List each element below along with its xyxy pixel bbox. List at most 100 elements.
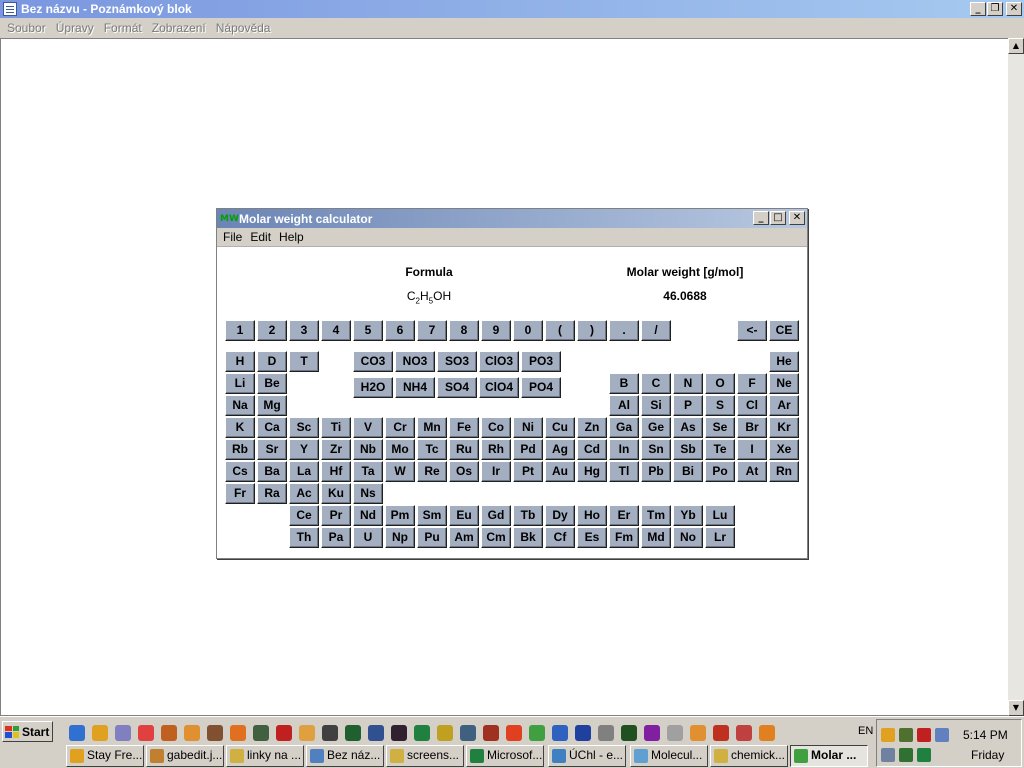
element-key-tb[interactable]: Tb	[513, 505, 543, 526]
element-key-hg[interactable]: Hg	[577, 461, 607, 482]
element-key-u[interactable]: U	[353, 527, 383, 548]
group-key-clo3[interactable]: ClO3	[479, 351, 519, 372]
element-key-md[interactable]: Md	[641, 527, 671, 548]
key-0[interactable]: 0	[513, 320, 543, 341]
element-key-ca[interactable]: Ca	[257, 417, 287, 438]
element-key-ac[interactable]: Ac	[289, 483, 319, 504]
backspace-button[interactable]: <-	[737, 320, 767, 341]
element-key-p[interactable]: P	[673, 395, 703, 416]
quick-launch-icon[interactable]	[644, 725, 660, 741]
element-key-er[interactable]: Er	[609, 505, 639, 526]
element-key-f[interactable]: F	[737, 373, 767, 394]
element-key-nb[interactable]: Nb	[353, 439, 383, 460]
element-key-cl[interactable]: Cl	[737, 395, 767, 416]
menu-file[interactable]: File	[219, 230, 246, 244]
element-key-pa[interactable]: Pa	[321, 527, 351, 548]
key-2[interactable]: 2	[257, 320, 287, 341]
element-key-ti[interactable]: Ti	[321, 417, 351, 438]
quick-launch-icon[interactable]	[506, 725, 522, 741]
element-key-he[interactable]: He	[769, 351, 799, 372]
clear-entry-button[interactable]: CE	[769, 320, 799, 341]
clock-time[interactable]: 5:14 PM	[963, 728, 1008, 742]
element-key-ta[interactable]: Ta	[353, 461, 383, 482]
element-key-rb[interactable]: Rb	[225, 439, 255, 460]
notepad-title-bar[interactable]: Bez názvu - Poznámkový blok _ ❐ ✕	[0, 0, 1024, 18]
quick-launch-icon[interactable]	[368, 725, 384, 741]
element-key-c[interactable]: C	[641, 373, 671, 394]
element-key-os[interactable]: Os	[449, 461, 479, 482]
element-key-co[interactable]: Co	[481, 417, 511, 438]
restore-button[interactable]: ❐	[987, 2, 1003, 16]
element-key-se[interactable]: Se	[705, 417, 735, 438]
taskbar-button[interactable]: Molecul...	[630, 745, 708, 767]
menu-napoveda[interactable]: Nápověda	[211, 21, 276, 35]
quick-launch-icon[interactable]	[299, 725, 315, 741]
tray-icon[interactable]	[881, 728, 895, 742]
group-key-so4[interactable]: SO4	[437, 377, 477, 398]
element-key-xe[interactable]: Xe	[769, 439, 799, 460]
element-key-th[interactable]: Th	[289, 527, 319, 548]
scroll-down-button[interactable]: ▼	[1008, 700, 1024, 716]
quick-launch-icon[interactable]	[621, 725, 637, 741]
element-key-yb[interactable]: Yb	[673, 505, 703, 526]
element-key-t[interactable]: T	[289, 351, 319, 372]
element-key-mg[interactable]: Mg	[257, 395, 287, 416]
element-key-h[interactable]: H	[225, 351, 255, 372]
taskbar-button[interactable]: Stay Fre...	[66, 745, 144, 767]
menu-edit[interactable]: Edit	[246, 230, 275, 244]
quick-launch-icon[interactable]	[483, 725, 499, 741]
element-key-hf[interactable]: Hf	[321, 461, 351, 482]
element-key-sc[interactable]: Sc	[289, 417, 319, 438]
quick-launch-icon[interactable]	[736, 725, 752, 741]
group-key-po4[interactable]: PO4	[521, 377, 561, 398]
element-key-ru[interactable]: Ru	[449, 439, 479, 460]
element-key-rh[interactable]: Rh	[481, 439, 511, 460]
taskbar-button[interactable]: Bez náz...	[306, 745, 384, 767]
element-key-cf[interactable]: Cf	[545, 527, 575, 548]
quick-launch-icon[interactable]	[598, 725, 614, 741]
element-key-pd[interactable]: Pd	[513, 439, 543, 460]
menu-zobrazeni[interactable]: Zobrazení	[147, 21, 211, 35]
element-key-ne[interactable]: Ne	[769, 373, 799, 394]
element-key-mn[interactable]: Mn	[417, 417, 447, 438]
element-key-y[interactable]: Y	[289, 439, 319, 460]
element-key-zr[interactable]: Zr	[321, 439, 351, 460]
element-key-tl[interactable]: Tl	[609, 461, 639, 482]
tray-icon[interactable]	[917, 748, 931, 762]
element-key-al[interactable]: Al	[609, 395, 639, 416]
quick-launch-icon[interactable]	[207, 725, 223, 741]
quick-launch-icon[interactable]	[575, 725, 591, 741]
tray-icon[interactable]	[917, 728, 931, 742]
molar-minimize-button[interactable]: _	[753, 211, 769, 225]
group-key-nh4[interactable]: NH4	[395, 377, 435, 398]
key-close-paren[interactable]: )	[577, 320, 607, 341]
element-key-no[interactable]: No	[673, 527, 703, 548]
quick-launch-icon[interactable]	[667, 725, 683, 741]
taskbar-button[interactable]: chemick...	[710, 745, 788, 767]
element-key-rn[interactable]: Rn	[769, 461, 799, 482]
element-key-ir[interactable]: Ir	[481, 461, 511, 482]
element-key-ra[interactable]: Ra	[257, 483, 287, 504]
element-key-cu[interactable]: Cu	[545, 417, 575, 438]
element-key-pr[interactable]: Pr	[321, 505, 351, 526]
key-9[interactable]: 9	[481, 320, 511, 341]
element-key-la[interactable]: La	[289, 461, 319, 482]
key-5[interactable]: 5	[353, 320, 383, 341]
quick-launch-icon[interactable]	[437, 725, 453, 741]
taskbar-button[interactable]: linky na ...	[226, 745, 304, 767]
element-key-bk[interactable]: Bk	[513, 527, 543, 548]
taskbar-button[interactable]: ÚChl - e...	[548, 745, 626, 767]
key-open-paren[interactable]: (	[545, 320, 575, 341]
tray-icon[interactable]	[899, 748, 913, 762]
vertical-scrollbar[interactable]: ▲ ▼	[1008, 38, 1024, 716]
element-key-lu[interactable]: Lu	[705, 505, 735, 526]
element-key-cr[interactable]: Cr	[385, 417, 415, 438]
quick-launch-icon[interactable]	[138, 725, 154, 741]
key-4[interactable]: 4	[321, 320, 351, 341]
menu-help[interactable]: Help	[275, 230, 308, 244]
element-key-zn[interactable]: Zn	[577, 417, 607, 438]
element-key-d[interactable]: D	[257, 351, 287, 372]
element-key-ku[interactable]: Ku	[321, 483, 351, 504]
element-key-br[interactable]: Br	[737, 417, 767, 438]
element-key-pm[interactable]: Pm	[385, 505, 415, 526]
